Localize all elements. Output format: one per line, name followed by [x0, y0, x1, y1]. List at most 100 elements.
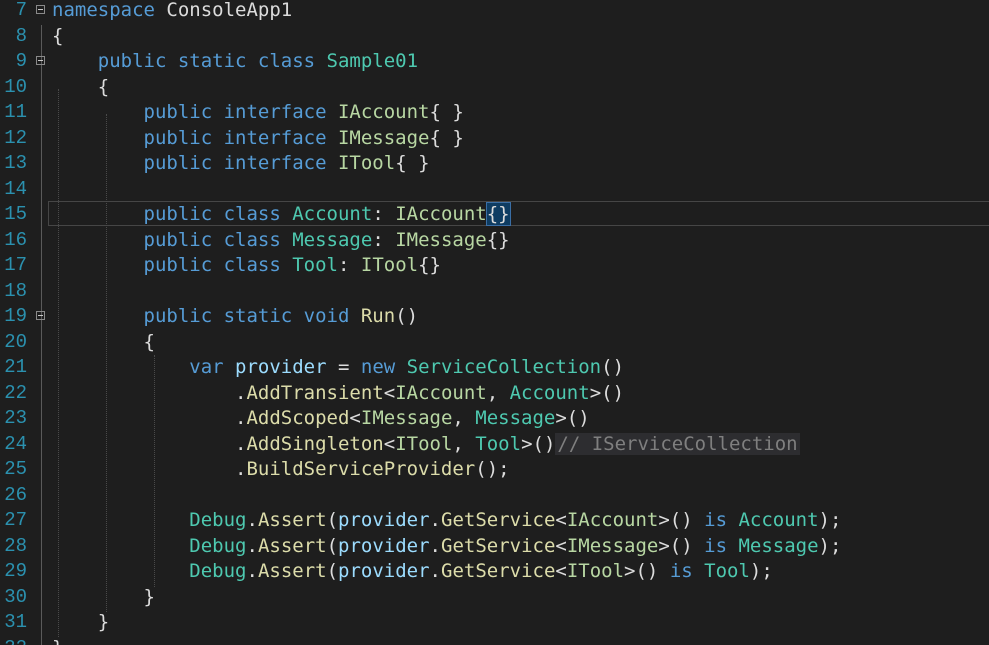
code-line[interactable]: 8{ — [0, 24, 989, 50]
code-line[interactable]: 11 public interface IAccount{ } — [0, 100, 989, 126]
code-line[interactable]: 17 public class Tool: ITool{} — [0, 253, 989, 279]
code-token: : — [338, 254, 361, 276]
line-number: 11 — [4, 101, 27, 123]
code-token: < — [555, 534, 567, 557]
code-line[interactable]: 15 public class Account: IAccount{} — [0, 202, 989, 228]
code-text: .BuildServiceProvider(); — [52, 457, 510, 483]
code-token: GetService — [441, 534, 556, 557]
code-line[interactable]: 13 public interface ITool{ } — [0, 151, 989, 177]
line-number: 25 — [4, 458, 27, 480]
code-token: Account — [292, 203, 373, 225]
code-text: .AddTransient<IAccount, Account>() — [52, 381, 624, 407]
line-number: 9 — [15, 50, 27, 72]
code-token: Tool — [704, 560, 750, 582]
code-token: = — [326, 356, 361, 378]
code-token: Assert — [257, 534, 327, 557]
code-text: Debug.Assert(provider.GetService<IMessag… — [52, 534, 841, 560]
line-number: 24 — [4, 432, 27, 455]
line-number: 8 — [15, 24, 27, 47]
code-line[interactable]: 18 — [0, 279, 989, 305]
code-text: public class Account: IAccount{} — [52, 202, 511, 228]
code-line[interactable]: 10 { — [0, 75, 989, 101]
code-line[interactable]: 14 — [0, 177, 989, 203]
code-token: IAccount — [337, 101, 430, 123]
code-token: , — [452, 407, 476, 429]
code-line[interactable]: 30 } — [0, 585, 989, 611]
code-token: } — [52, 585, 155, 608]
code-line[interactable]: 26 — [0, 483, 989, 509]
code-token: GetService — [441, 560, 556, 582]
line-number: 16 — [4, 228, 27, 251]
code-token: ( — [326, 560, 339, 582]
code-text: public class Tool: ITool{} — [52, 253, 441, 279]
code-text: namespace ConsoleApp1 — [52, 0, 292, 24]
code-text: public static void Run() — [52, 304, 419, 330]
line-number: 31 — [4, 611, 27, 633]
code-token: IMessage — [337, 126, 430, 149]
code-line[interactable]: 29 Debug.Assert(provider.GetService<IToo… — [0, 559, 989, 585]
code-line[interactable]: 25 .BuildServiceProvider(); — [0, 457, 989, 483]
code-line[interactable]: 31 } — [0, 610, 989, 636]
code-line[interactable]: 16 public class Message: IMessage{} — [0, 228, 989, 254]
code-token: ); — [749, 560, 773, 582]
code-token: { — [52, 75, 110, 98]
collapse-icon[interactable] — [36, 5, 45, 14]
code-token: IMessage — [395, 228, 487, 251]
code-token: Tool — [292, 254, 338, 276]
code-token: . — [52, 381, 247, 404]
code-token: Message — [475, 407, 556, 429]
code-line[interactable]: 20 { — [0, 330, 989, 356]
collapse-icon[interactable] — [36, 311, 45, 320]
code-token: AddScoped — [246, 407, 350, 429]
code-token: . — [52, 458, 247, 480]
code-token: is — [704, 509, 739, 531]
code-token: . — [246, 534, 258, 557]
code-line[interactable]: 24 .AddSingleton<ITool, Tool>()// IServi… — [0, 432, 989, 458]
code-token: public class — [143, 228, 293, 251]
code-line[interactable]: 27 Debug.Assert(provider.GetService<IAcc… — [0, 508, 989, 534]
code-token: GetService — [441, 509, 556, 531]
code-token: { } — [429, 126, 464, 149]
code-token: Run — [360, 305, 396, 327]
code-line[interactable]: 9 public static class Sample01 — [0, 49, 989, 75]
code-token: var — [189, 356, 236, 378]
line-number: 23 — [4, 407, 27, 429]
code-token: public interface — [143, 101, 338, 123]
code-line[interactable]: 19 public static void Run() — [0, 304, 989, 330]
code-text: var provider = new ServiceCollection() — [52, 355, 624, 381]
code-token: < — [383, 432, 396, 455]
collapse-icon[interactable] — [36, 56, 45, 65]
code-token: : — [372, 228, 396, 251]
code-token: . — [246, 560, 258, 582]
code-token: public static class — [97, 50, 327, 72]
code-line[interactable]: 28 Debug.Assert(provider.GetService<IMes… — [0, 534, 989, 560]
code-editor[interactable]: 7 namespace ConsoleApp1 8{9 public static … — [0, 0, 989, 645]
code-line[interactable]: 32} — [0, 636, 989, 645]
code-line[interactable]: 7 namespace ConsoleApp1 — [0, 0, 989, 24]
code-line[interactable]: 23 .AddScoped<IMessage, Message>() — [0, 406, 989, 432]
line-number: 19 — [4, 305, 27, 327]
code-line[interactable]: 12 public interface IMessage{ } — [0, 126, 989, 152]
code-text: { — [52, 330, 155, 356]
code-token: ); — [818, 534, 842, 557]
line-number: 10 — [4, 75, 27, 98]
line-number: 13 — [4, 152, 27, 174]
line-number: 32 — [0, 636, 27, 645]
code-line[interactable]: 22 .AddTransient<IAccount, Account>() — [0, 381, 989, 407]
code-token: IAccount — [395, 203, 487, 225]
code-token: . — [52, 407, 247, 429]
line-number: 22 — [4, 381, 27, 404]
code-line[interactable]: 21 var provider = new ServiceCollection(… — [0, 355, 989, 381]
code-token: >() — [589, 381, 625, 404]
code-text: { — [52, 75, 109, 101]
line-number: 29 — [4, 560, 27, 582]
code-token: IAccount — [395, 381, 487, 404]
line-number: 17 — [4, 254, 27, 276]
code-token: BuildServiceProvider — [246, 458, 476, 480]
code-text: public static class Sample01 — [52, 49, 418, 75]
